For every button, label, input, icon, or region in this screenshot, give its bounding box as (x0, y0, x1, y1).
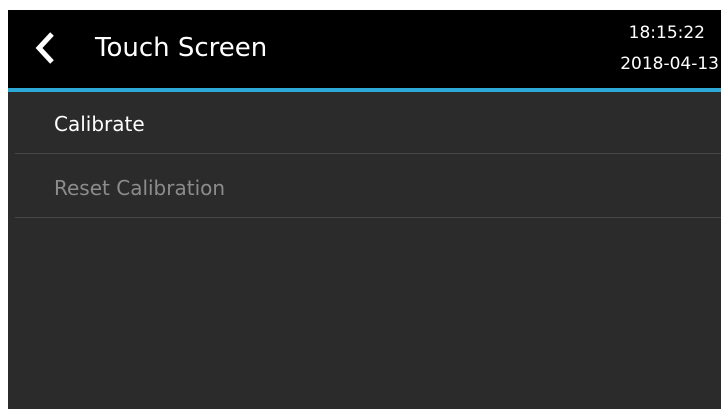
clock-time: 18:15:22 (628, 23, 705, 43)
menu-item-calibrate[interactable]: Calibrate (15, 92, 721, 154)
settings-menu: Calibrate Reset Calibration (15, 92, 721, 218)
back-button[interactable] (30, 28, 66, 68)
chevron-left-icon (35, 32, 54, 64)
clock-date: 2018-04-13 (620, 54, 719, 74)
menu-item-label: Calibrate (54, 112, 145, 136)
page-title: Touch Screen (95, 33, 268, 63)
menu-item-label: Reset Calibration (54, 176, 226, 200)
menu-item-reset-calibration[interactable]: Reset Calibration (15, 154, 721, 218)
touch-screen-settings-screen: Touch Screen 18:15:22 2018-04-13 Calibra… (8, 10, 721, 409)
header-bar: Touch Screen 18:15:22 2018-04-13 (8, 10, 721, 88)
clock: 18:15:22 2018-04-13 (581, 22, 721, 75)
